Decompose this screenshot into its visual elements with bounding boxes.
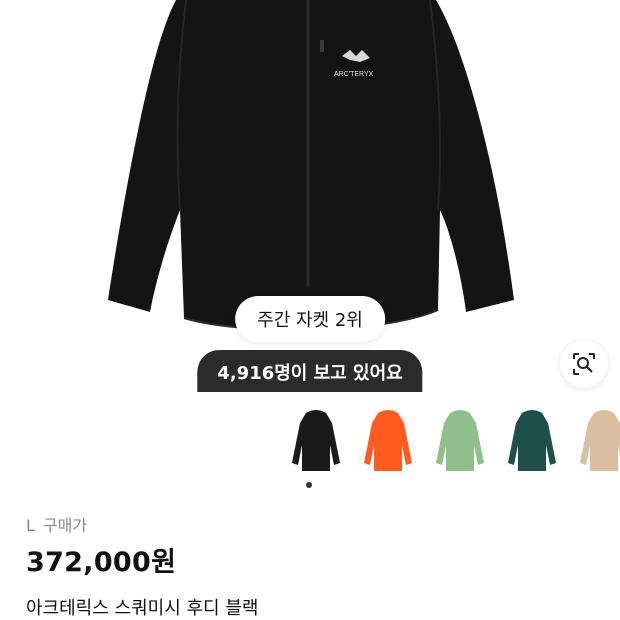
thumbnail-indicator-dot: [306, 482, 312, 488]
thumbnail-tan[interactable]: [568, 406, 620, 478]
weekly-rank-text: 주간 자켓 2위: [257, 310, 363, 331]
size-and-price-label: L 구매가: [26, 512, 87, 536]
jacket-thumb-sage: [436, 410, 484, 471]
jacket-thumb-orange: [364, 410, 412, 471]
size-label: L: [26, 516, 35, 535]
price-label: 구매가: [42, 516, 88, 535]
svg-text:ARC'TERYX: ARC'TERYX: [334, 71, 374, 78]
thumbnail-black[interactable]: [280, 406, 352, 478]
color-thumbnails: [280, 406, 620, 478]
jacket-thumb-black: [292, 410, 340, 471]
thumbnail-orange[interactable]: [352, 406, 424, 478]
weekly-rank-badge: 주간 자켓 2위: [235, 296, 385, 342]
thumbnail-sage[interactable]: [424, 406, 496, 478]
viewers-text: 4,916명이 보고 있어요: [217, 363, 403, 384]
viewers-badge: 4,916명이 보고 있어요: [197, 350, 423, 392]
lens-search-button[interactable]: [560, 340, 608, 388]
product-hero-image[interactable]: ARC'TERYX 주간 자켓 2위 4,916명이 보고 있어요: [0, 0, 620, 392]
thumbnail-teal[interactable]: [496, 406, 568, 478]
price: 372,000원: [26, 547, 177, 578]
jacket-thumb-tan: [580, 410, 620, 471]
lens-search-icon: [573, 353, 595, 375]
product-name: 아크테릭스 스쿼미시 후디 블랙: [26, 598, 259, 619]
jacket-thumb-teal: [508, 410, 556, 471]
